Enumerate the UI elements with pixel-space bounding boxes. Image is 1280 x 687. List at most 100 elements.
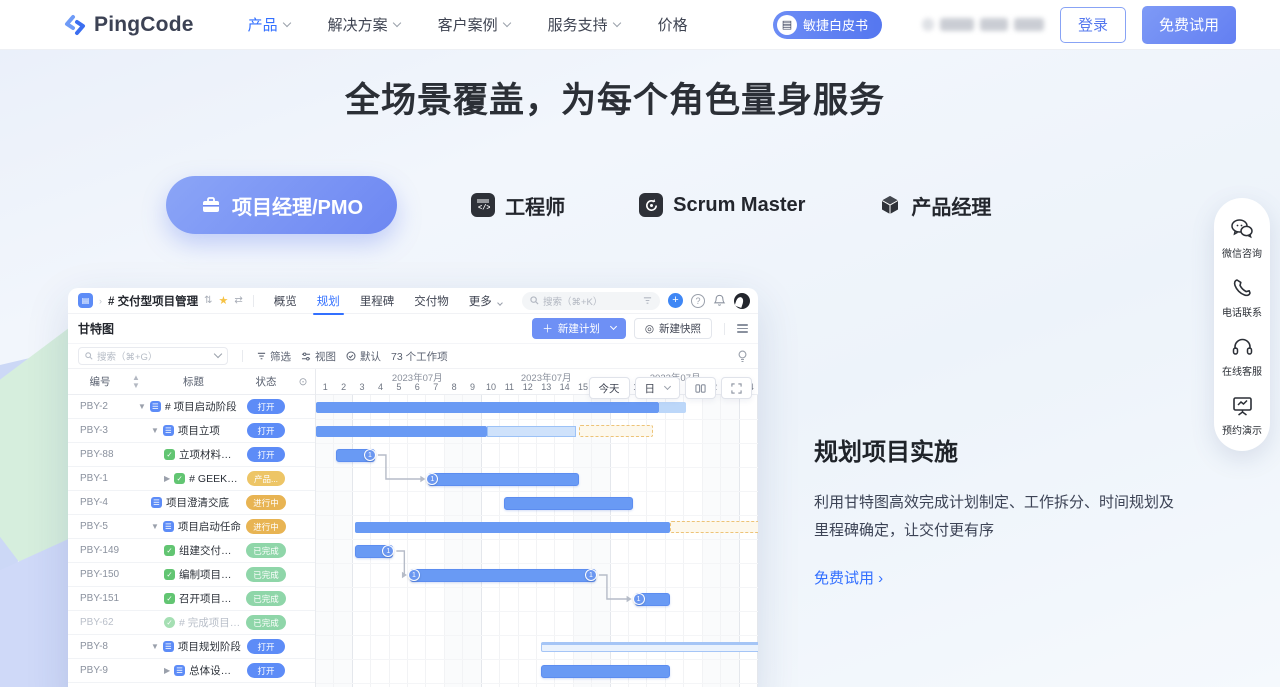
today-button[interactable]: 今天 [589,377,630,399]
collapse-icon[interactable]: ▼ [138,402,146,411]
gantt-bar-PBY-8[interactable] [541,642,758,652]
table-row-PBY-4[interactable]: PBY-4☰项目澄清交底进行中 [68,491,315,515]
feature-trial-link[interactable]: 免费试用 › [814,570,883,587]
whitepaper-badge[interactable]: ▤ 敏捷白皮书 [773,11,882,39]
gantt-bar-PBY-3[interactable] [487,426,575,437]
app-tab-0[interactable]: 概览 [272,288,299,314]
gantt-bar-PBY-9[interactable] [541,665,670,678]
table-row-PBY-88[interactable]: PBY-88✓立项材料编辑打开 [68,443,315,467]
add-button[interactable]: + [668,293,683,308]
expand-icon[interactable]: ▶ [164,474,170,483]
collapse-icon[interactable]: ▼ [151,642,159,651]
gantt-bar-PBY-4[interactable] [504,497,633,510]
user-avatar[interactable] [734,293,750,309]
status-badge[interactable]: 打开 [247,423,285,438]
pingcode-logo[interactable]: PingCode [64,13,194,37]
work-item-title: ▼☰# 项目启动阶段 [132,399,241,414]
app-tab-2[interactable]: 里程碑 [358,288,397,314]
collapse-icon[interactable]: ▼ [151,426,159,435]
column-header-status[interactable]: 状态 [241,374,291,389]
role-tab-2[interactable]: Scrum Master [639,193,805,217]
contact-item-demo[interactable]: 预约演示 [1222,395,1262,437]
list-view-icon[interactable] [737,324,748,333]
split-view-button[interactable] [685,377,716,399]
work-item-search-input[interactable]: 搜索（⌘+G） [78,347,228,365]
status-badge[interactable]: 打开 [247,399,285,414]
sort-icon[interactable]: ▲▼ [132,374,146,390]
status-badge[interactable]: 已完成 [246,615,286,630]
day-label: 13 [541,382,551,392]
default-view-button[interactable]: 默认 [346,349,381,364]
table-row-PBY-149[interactable]: PBY-149✓组建交付群和工作台已完成 [68,539,315,563]
gantt-bar-PBY-2[interactable] [659,402,687,413]
table-row-PBY-8[interactable]: PBY-8▼☰项目规划阶段打开 [68,635,315,659]
expand-icon[interactable]: ▶ [164,666,170,675]
new-snapshot-button[interactable]: ◎ 新建快照 [634,318,712,339]
collapse-icon[interactable]: ▼ [151,522,159,531]
gantt-bar-PBY-5[interactable] [670,521,758,533]
column-header-title[interactable]: 标题 [146,374,241,389]
work-item-table: 编号 ▲▼ 标题 状态 ⊙ PBY-2▼☰# 项目启动阶段打开PBY-3▼☰项目… [68,369,316,687]
status-badge[interactable]: 进行中 [246,495,286,510]
table-row-PBY-2[interactable]: PBY-2▼☰# 项目启动阶段打开 [68,395,315,419]
view-button[interactable]: 视图 [301,349,336,364]
help-icon[interactable]: ? [691,294,705,308]
fullscreen-button[interactable] [721,377,752,399]
time-unit-dropdown[interactable]: 日 [635,377,681,399]
contact-item-headset[interactable]: 在线客服 [1222,336,1262,378]
column-header-id[interactable]: 编号 [68,374,132,389]
breadcrumb-project-title[interactable]: # 交付型项目管理 [108,293,198,309]
table-row-PBY-5[interactable]: PBY-5▼☰项目启动任命进行中 [68,515,315,539]
status-badge[interactable]: 已完成 [246,543,286,558]
table-row-PBY-9[interactable]: PBY-9▶☰总体设计=实施方案（...打开 [68,659,315,683]
status-badge[interactable]: 产品... [247,471,285,486]
gantt-bar-PBY-3[interactable] [316,426,487,437]
login-button[interactable]: 登录 [1060,7,1126,43]
app-tab-1[interactable]: 规划 [315,288,342,314]
app-tab-4[interactable]: 更多 [467,288,504,314]
day-label: 5 [396,382,401,392]
swap-icon[interactable]: ⇄ [234,295,242,306]
grid-row-line [316,443,758,444]
table-row-PBY-3[interactable]: PBY-3▼☰项目立项打开 [68,419,315,443]
role-tab-3[interactable]: 产品经理 [879,191,991,220]
status-badge[interactable]: 打开 [247,447,285,462]
lightbulb-icon[interactable] [737,350,748,363]
table-row-PBY-150[interactable]: PBY-150✓编制项目章程已完成 [68,563,315,587]
nav-item-1[interactable]: 解决方案 [328,14,400,35]
table-row-PBY-1[interactable]: PBY-1▶✓# GEEKBOOKS 极...产品... [68,467,315,491]
gantt-bar-PBY-5[interactable] [355,522,670,533]
table-row-PBY-151[interactable]: PBY-151✓召开项目开工会已完成 [68,587,315,611]
status-badge[interactable]: 已完成 [246,591,286,606]
app-tab-3[interactable]: 交付物 [412,288,451,314]
filter-button[interactable]: 筛选 [257,349,291,364]
table-row-PBY-62[interactable]: PBY-62✓# 完成项目启动阶段...已完成 [68,611,315,635]
nav-item-2[interactable]: 客户案例 [438,14,510,35]
gantt-bar-PBY-2[interactable] [316,402,659,413]
status-badge[interactable]: 打开 [247,639,285,654]
status-badge[interactable]: 已完成 [246,567,286,582]
nav-item-0[interactable]: 产品 [248,14,290,35]
gantt-bar-PBY-150[interactable] [410,569,596,582]
new-plan-button[interactable]: ＋ 新建计划 [532,318,626,339]
favorite-star-icon[interactable]: ★ [218,294,228,307]
sort-toggle-icon[interactable]: ⇅ [204,295,212,306]
work-item-id: PBY-9 [68,665,132,676]
free-trial-button[interactable]: 免费试用 [1142,6,1236,44]
bell-icon[interactable] [713,294,726,307]
contact-item-phone[interactable]: 电话联系 [1222,277,1262,319]
nav-item-4[interactable]: 价格 [658,14,688,35]
app-screenshot-card: ▤ › # 交付型项目管理 ⇅ ★ ⇄ 概览规划里程碑交付物更多 搜索（⌘+K）… [68,288,758,687]
global-search-input[interactable]: 搜索（⌘+K） [522,292,660,310]
role-tab-1[interactable]: </>工程师 [471,191,565,220]
column-settings-icon[interactable]: ⊙ [291,376,315,388]
gantt-bar-PBY-3[interactable] [579,425,653,437]
status-badge[interactable]: 打开 [247,663,285,678]
contact-item-wechat[interactable]: 微信咨询 [1222,218,1262,260]
status-badge[interactable]: 进行中 [246,519,286,534]
table-row-PBY-10[interactable]: PBY-10▶☰概要设计（分）打开 [68,683,315,687]
nav-item-3[interactable]: 服务支持 [548,14,620,35]
gantt-bar-PBY-1[interactable] [428,473,579,486]
book-icon: ▤ [777,15,797,35]
role-tab-0[interactable]: 项目经理/PMO [166,176,397,234]
